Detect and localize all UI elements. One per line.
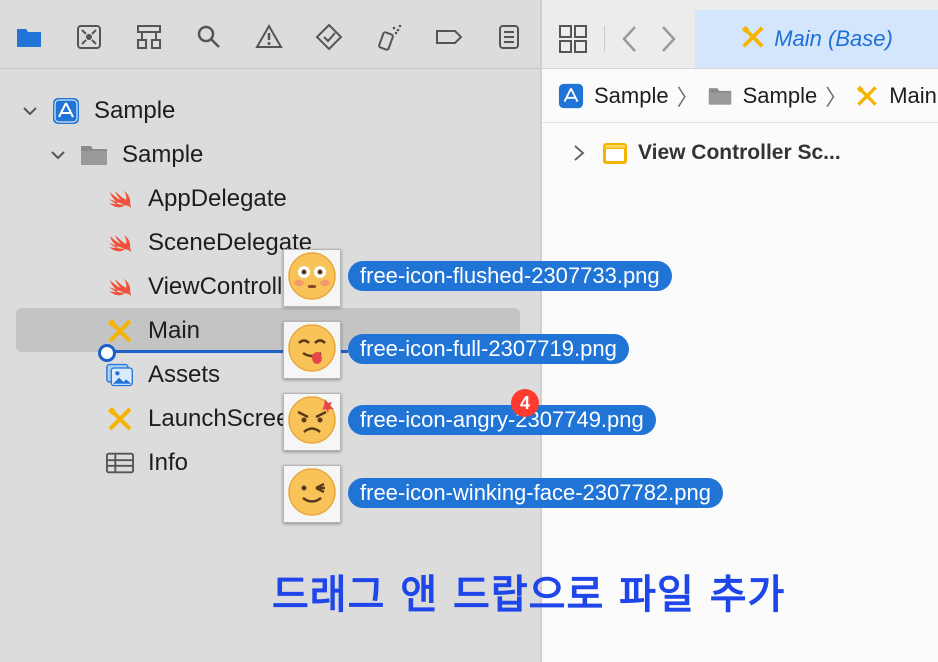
outline-item-view-controller-scene[interactable]: View Controller Sc...	[572, 140, 841, 166]
tree-row-label: Main	[148, 317, 201, 344]
breadcrumb-separator-icon: 〉	[676, 84, 699, 110]
tree-row-label: ViewController	[148, 273, 304, 300]
storyboard-icon	[106, 405, 134, 433]
swift-icon	[106, 229, 134, 257]
breadcrumb-item-group[interactable]: Sample	[707, 82, 818, 109]
tree-row-file-selected[interactable]: Main	[106, 311, 200, 351]
tree-row-file[interactable]: AppDelegate	[106, 179, 287, 219]
tree-row-group[interactable]: Sample	[50, 135, 203, 175]
search-icon[interactable]	[194, 22, 224, 52]
tree-row-file[interactable]: LaunchScreen	[106, 399, 303, 439]
chevron-down-icon[interactable]	[22, 103, 38, 119]
warning-icon[interactable]	[254, 22, 284, 52]
drag-file-label: free-icon-full-2307719.png	[348, 334, 629, 364]
tree-row-label: AppDelegate	[148, 185, 287, 212]
assets-icon	[106, 361, 134, 389]
folder-icon	[707, 84, 733, 108]
folder-icon	[80, 141, 108, 169]
drag-file-label: free-icon-flushed-2307733.png	[348, 261, 672, 291]
toolbar-separator	[604, 26, 605, 52]
chevron-down-icon[interactable]	[50, 147, 66, 163]
debug-icon[interactable]	[374, 22, 404, 52]
hierarchy-icon[interactable]	[134, 22, 164, 52]
source-control-icon[interactable]	[74, 22, 104, 52]
chevron-right-icon[interactable]	[572, 144, 586, 162]
grid-layout-icon[interactable]	[558, 24, 588, 59]
report-icon[interactable]	[494, 22, 524, 52]
tongue-face-icon	[287, 323, 337, 378]
outline-item-label: View Controller Sc...	[638, 141, 841, 164]
tree-row-file[interactable]: Info	[106, 443, 188, 483]
editor-tab-bar: Main (Base)	[542, 0, 938, 69]
storyboard-icon	[855, 84, 879, 108]
drop-insertion-marker	[98, 344, 116, 362]
plist-icon	[106, 449, 134, 477]
tree-row-project[interactable]: Sample	[22, 91, 175, 131]
drag-thumbnail	[283, 465, 341, 523]
app-project-icon	[52, 97, 80, 125]
breakpoint-icon[interactable]	[434, 22, 464, 52]
test-icon[interactable]	[314, 22, 344, 52]
tab-main-base[interactable]: Main (Base)	[695, 10, 938, 68]
breadcrumb-item-file[interactable]: Main	[855, 83, 937, 109]
breadcrumb: Sample 〉 Sample 〉 Main	[542, 69, 938, 123]
breadcrumb-item-project[interactable]: Sample	[558, 83, 669, 109]
drag-file-label: free-icon-winking-face-2307782.png	[348, 478, 723, 508]
tree-row-label: Assets	[148, 361, 221, 388]
folder-icon[interactable]	[14, 22, 44, 52]
view-controller-scene-icon	[602, 140, 628, 166]
tree-row-file[interactable]: SceneDelegate	[106, 223, 312, 263]
tree-row-file[interactable]: Assets	[106, 355, 220, 395]
swift-icon	[106, 185, 134, 213]
drag-count-badge: 4	[511, 389, 539, 417]
tree-row-file[interactable]: ViewController	[106, 267, 304, 307]
tree-row-label: Info	[148, 449, 189, 476]
tab-label: Main (Base)	[774, 26, 893, 51]
drag-thumbnail	[283, 393, 341, 451]
flushed-face-icon	[287, 251, 337, 306]
tree-row-label: Sample	[94, 97, 176, 124]
drag-thumbnail	[283, 249, 341, 307]
app-project-icon	[558, 83, 584, 109]
tree-row-label: LaunchScreen	[148, 405, 303, 432]
breadcrumb-label: Sample	[742, 82, 818, 108]
breadcrumb-label: Sample	[594, 82, 669, 108]
drag-file-label: free-icon-angry-2307749.png	[348, 405, 656, 435]
tree-row-label: Sample	[122, 141, 204, 168]
swift-icon	[106, 273, 134, 301]
navigator-toolbar	[0, 0, 540, 69]
drag-thumbnail	[283, 321, 341, 379]
winking-face-icon	[287, 467, 337, 522]
back-chevron-icon[interactable]	[620, 24, 640, 59]
caption-text: 드래그 앤 드랍으로 파일 추가	[272, 572, 786, 618]
forward-chevron-icon[interactable]	[658, 24, 678, 59]
breadcrumb-separator-icon: 〉	[825, 84, 848, 110]
angry-face-icon	[287, 395, 337, 450]
breadcrumb-label: Main	[889, 82, 937, 108]
storyboard-icon	[106, 317, 134, 345]
storyboard-icon	[740, 24, 766, 55]
